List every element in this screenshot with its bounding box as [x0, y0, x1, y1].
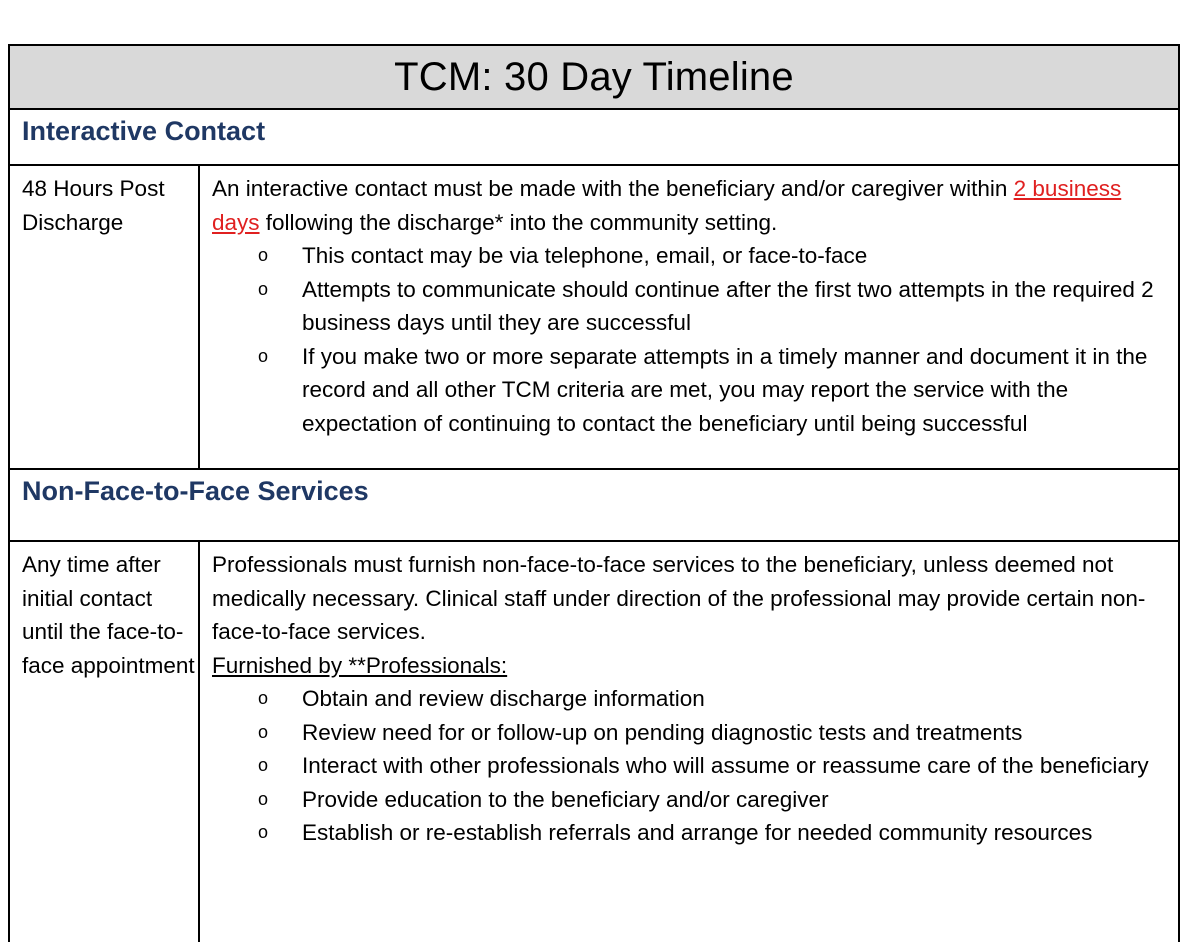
bullet-icon: o — [258, 278, 269, 299]
list-item-text: This contact may be via telephone, email… — [302, 243, 868, 268]
list-item-text: Provide education to the beneficiary and… — [302, 786, 829, 812]
intro-paragraph: An interactive contact must be made with… — [212, 172, 1168, 239]
bullet-icon: o — [258, 345, 269, 366]
bullet-list: o This contact may be via telephone, emai… — [212, 239, 1168, 440]
section-heading-non-face-to-face: Non-Face-to-Face Services — [10, 470, 1178, 542]
description-cell: Professionals must furnish non-face-to-f… — [200, 542, 1178, 942]
bullet-icon: o — [258, 245, 269, 265]
section-heading-interactive-contact: Interactive Contact — [10, 110, 1178, 166]
non-face-to-face-row: Any time after initial contact until the… — [10, 542, 1178, 942]
intro-text-end: following the discharge* into the commun… — [259, 209, 778, 235]
list-item: o If you make two or more separate attemp… — [212, 340, 1168, 441]
interactive-contact-row: 48 Hours Post Discharge An interactive c… — [10, 166, 1178, 470]
list-item: o Attempts to communicate should continue… — [212, 273, 1168, 340]
bullet-icon: o — [258, 822, 269, 842]
bullet-icon: o — [258, 721, 269, 742]
list-item: o Provide education to the beneficiary an… — [212, 783, 1168, 817]
list-item-text: Establish or re-establish referrals and … — [302, 820, 1093, 845]
timing-cell: 48 Hours Post Discharge — [10, 166, 200, 468]
bullet-icon: o — [258, 788, 269, 809]
bullet-list: o Obtain and review discharge information… — [212, 682, 1168, 850]
list-item-text: Attempts to communicate should continue … — [302, 276, 1154, 336]
list-item-text: Interact with other professionals who wi… — [302, 753, 1149, 778]
timing-cell: Any time after initial contact until the… — [10, 542, 200, 942]
list-item-text: Review need for or follow-up on pending … — [302, 719, 1023, 745]
list-item: o This contact may be via telephone, emai… — [212, 239, 1168, 273]
subheading-professionals: Furnished by **Professionals: — [212, 652, 508, 678]
list-item: o Establish or re-establish referrals and… — [212, 816, 1168, 850]
list-item-text: If you make two or more separate attempt… — [302, 343, 1148, 436]
list-item-text: Obtain and review discharge information — [302, 686, 705, 711]
list-item: o Interact with other professionals who w… — [212, 749, 1168, 783]
intro-text: An interactive contact must be made with… — [212, 176, 1014, 201]
list-item: o Obtain and review discharge information — [212, 682, 1168, 716]
description-cell: An interactive contact must be made with… — [200, 166, 1178, 468]
bullet-icon: o — [258, 688, 269, 708]
bullet-icon: o — [258, 755, 269, 775]
tcm-timeline-table: TCM: 30 Day Timeline Interactive Contact… — [8, 44, 1180, 942]
document-title: TCM: 30 Day Timeline — [10, 46, 1178, 110]
intro-paragraph: Professionals must furnish non-face-to-f… — [212, 552, 1146, 644]
list-item: o Review need for or follow-up on pending… — [212, 716, 1168, 750]
